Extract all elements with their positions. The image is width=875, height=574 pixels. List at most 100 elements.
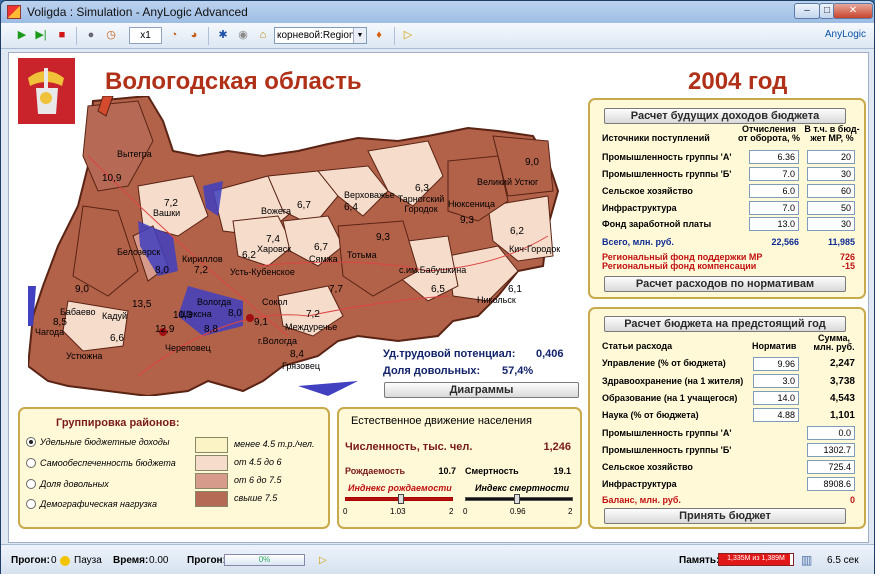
diagrams-button[interactable]: Диаграммы — [384, 382, 579, 398]
run-icon[interactable]: ▶ — [15, 28, 29, 42]
district-name: Верховажье — [344, 190, 395, 200]
district-name: Бабаево — [60, 307, 96, 317]
district-value: 7,2 — [306, 309, 320, 320]
accept-budget-button[interactable]: Принять бюджет — [604, 508, 846, 524]
income-row-label: Инфраструктура — [602, 203, 677, 213]
run-label: Прогон: — [11, 555, 50, 566]
district-value: 13,5 — [132, 299, 152, 310]
stop-icon[interactable]: ■ — [55, 28, 69, 42]
sector-label: Сельское хозяйство — [602, 462, 693, 472]
sector-value: 1302.7 — [807, 443, 855, 457]
progress-label: Прогон: — [187, 555, 226, 566]
navigate-icon[interactable]: ✱ — [216, 28, 230, 42]
radio-budget-income[interactable] — [26, 437, 36, 447]
district-name: Нюксеница — [448, 199, 495, 209]
district-value: 6,4 — [344, 202, 358, 213]
population-count-label: Численность, тыс. чел. — [345, 441, 473, 453]
sector-label: Промышленность группы 'А' — [602, 428, 732, 438]
legend-label: свыше 7.5 — [234, 493, 278, 503]
budget-sum: 3,738 — [829, 376, 855, 387]
trash-icon[interactable]: ▥ — [801, 553, 812, 567]
region-title: Вологодская область — [105, 68, 362, 95]
legend-label: менее 4.5 т.р./чел. — [234, 439, 315, 449]
view-icon[interactable]: ⌂ — [256, 28, 270, 42]
district-value: 10,3 — [173, 310, 193, 321]
district-value: 7,2 — [194, 265, 208, 276]
col-source-header: Источники поступлений — [602, 133, 710, 143]
budget-norm-input[interactable]: 9.96 — [753, 357, 799, 371]
radio-label: Доля довольных — [40, 479, 109, 489]
simulation-toolbar: ▶ ▶| ■ ● ◷ x1 ◔ ◕ ✱ ◉ ⌂ корневой:Region … — [1, 23, 874, 49]
income-mr-input[interactable]: 30 — [807, 217, 855, 231]
fund-comp-value: -15 — [841, 261, 855, 271]
budget-norm-input[interactable]: 14.0 — [753, 391, 799, 405]
income-rate-input[interactable]: 6.36 — [749, 150, 799, 164]
speed-up-icon[interactable]: ◔ — [167, 28, 181, 42]
district-value: 9,0 — [75, 284, 89, 295]
income-mr-input[interactable]: 30 — [807, 167, 855, 181]
radio-satisfied-share[interactable] — [26, 479, 36, 489]
district-name: Вашки — [153, 208, 181, 218]
clock-icon[interactable]: ◷ — [104, 28, 118, 42]
district-value: 9,3 — [376, 232, 390, 243]
minimize-button[interactable]: – — [794, 3, 820, 19]
population-title: Естественное движение населения — [351, 415, 532, 427]
budget-row-label: Управление (% от бюджета) — [602, 358, 726, 368]
district-name: Кадуй — [102, 311, 128, 321]
budget-norm-input[interactable]: 4.88 — [753, 408, 799, 422]
budget-calc-button[interactable]: Расчет бюджета на предстоящий год — [604, 316, 846, 332]
legend-swatch — [195, 491, 228, 507]
labor-potential-value: 0,406 — [536, 348, 564, 360]
death-index-min: 0 — [463, 507, 468, 516]
district-value: 8,5 — [53, 317, 67, 328]
budget-sum: 2,247 — [829, 358, 855, 369]
realtime-icon[interactable]: ◕ — [187, 28, 201, 42]
income-calc-button[interactable]: Расчет будущих доходов бюджета — [604, 108, 846, 124]
camera-icon[interactable]: ◉ — [236, 28, 250, 42]
sector-value: 0.0 — [807, 426, 855, 440]
radio-label: Самообеспеченность бюджета — [40, 458, 176, 468]
radio-self-sufficiency[interactable] — [26, 458, 36, 468]
district-name: Вологда — [197, 297, 232, 307]
col-mr-header: В т.ч. в бюд- жет МР, % — [804, 124, 860, 143]
next-view-icon[interactable]: ▷ — [401, 28, 415, 42]
pin-icon[interactable]: ♦ — [372, 28, 386, 42]
death-index-max: 2 — [568, 507, 573, 516]
budget-norm-input[interactable]: 3.0 — [753, 374, 799, 388]
district-name: Кириллов — [182, 254, 223, 264]
district-name: Усть-Кубенское — [230, 267, 295, 277]
toolbar-separator — [394, 27, 395, 45]
birth-index-value: 1.03 — [390, 507, 406, 516]
income-rate-input[interactable]: 7.0 — [749, 201, 799, 215]
income-mr-input[interactable]: 50 — [807, 201, 855, 215]
budget-sum: 1,101 — [829, 410, 855, 421]
close-button[interactable]: ✕ — [833, 3, 873, 19]
next-icon[interactable]: ▷ — [319, 555, 327, 566]
district-value: 8,4 — [290, 349, 304, 360]
district-value: 8,8 — [204, 324, 218, 335]
step-icon[interactable]: ▶| — [34, 28, 48, 42]
income-rate-input[interactable]: 7.0 — [749, 167, 799, 181]
income-mr-input[interactable]: 60 — [807, 184, 855, 198]
district-name: Кич-Городок — [509, 244, 561, 254]
income-rate-input[interactable]: 6.0 — [749, 184, 799, 198]
anylogic-link[interactable]: AnyLogic — [825, 29, 866, 40]
birth-index-label: Инднекс рождаемости — [348, 483, 452, 493]
view-select[interactable]: корневой:Region ▼ — [274, 27, 367, 44]
death-index-knob[interactable] — [513, 494, 520, 504]
district-value: 9,0 — [525, 157, 539, 168]
income-rate-input[interactable]: 13.0 — [749, 217, 799, 231]
agents-icon[interactable]: ● — [84, 28, 98, 42]
death-rate-value: 19.1 — [553, 466, 571, 476]
col-rate-header: Отчисления от оборота, % — [738, 124, 800, 143]
birth-index-knob[interactable] — [397, 494, 404, 504]
speed-field[interactable]: x1 — [129, 27, 162, 44]
norms-calc-button[interactable]: Расчет расходов по нормативам — [604, 276, 846, 292]
income-row-label: Промышленность группы 'А' — [602, 152, 732, 162]
income-mr-input[interactable]: 20 — [807, 150, 855, 164]
income-row-label: Фонд заработной платы — [602, 219, 712, 229]
radio-demographic-load[interactable] — [26, 499, 36, 509]
income-row-label: Сельское хозяйство — [602, 186, 693, 196]
sector-label: Промышленность группы 'Б' — [602, 445, 732, 455]
birth-index-max: 2 — [449, 507, 454, 516]
